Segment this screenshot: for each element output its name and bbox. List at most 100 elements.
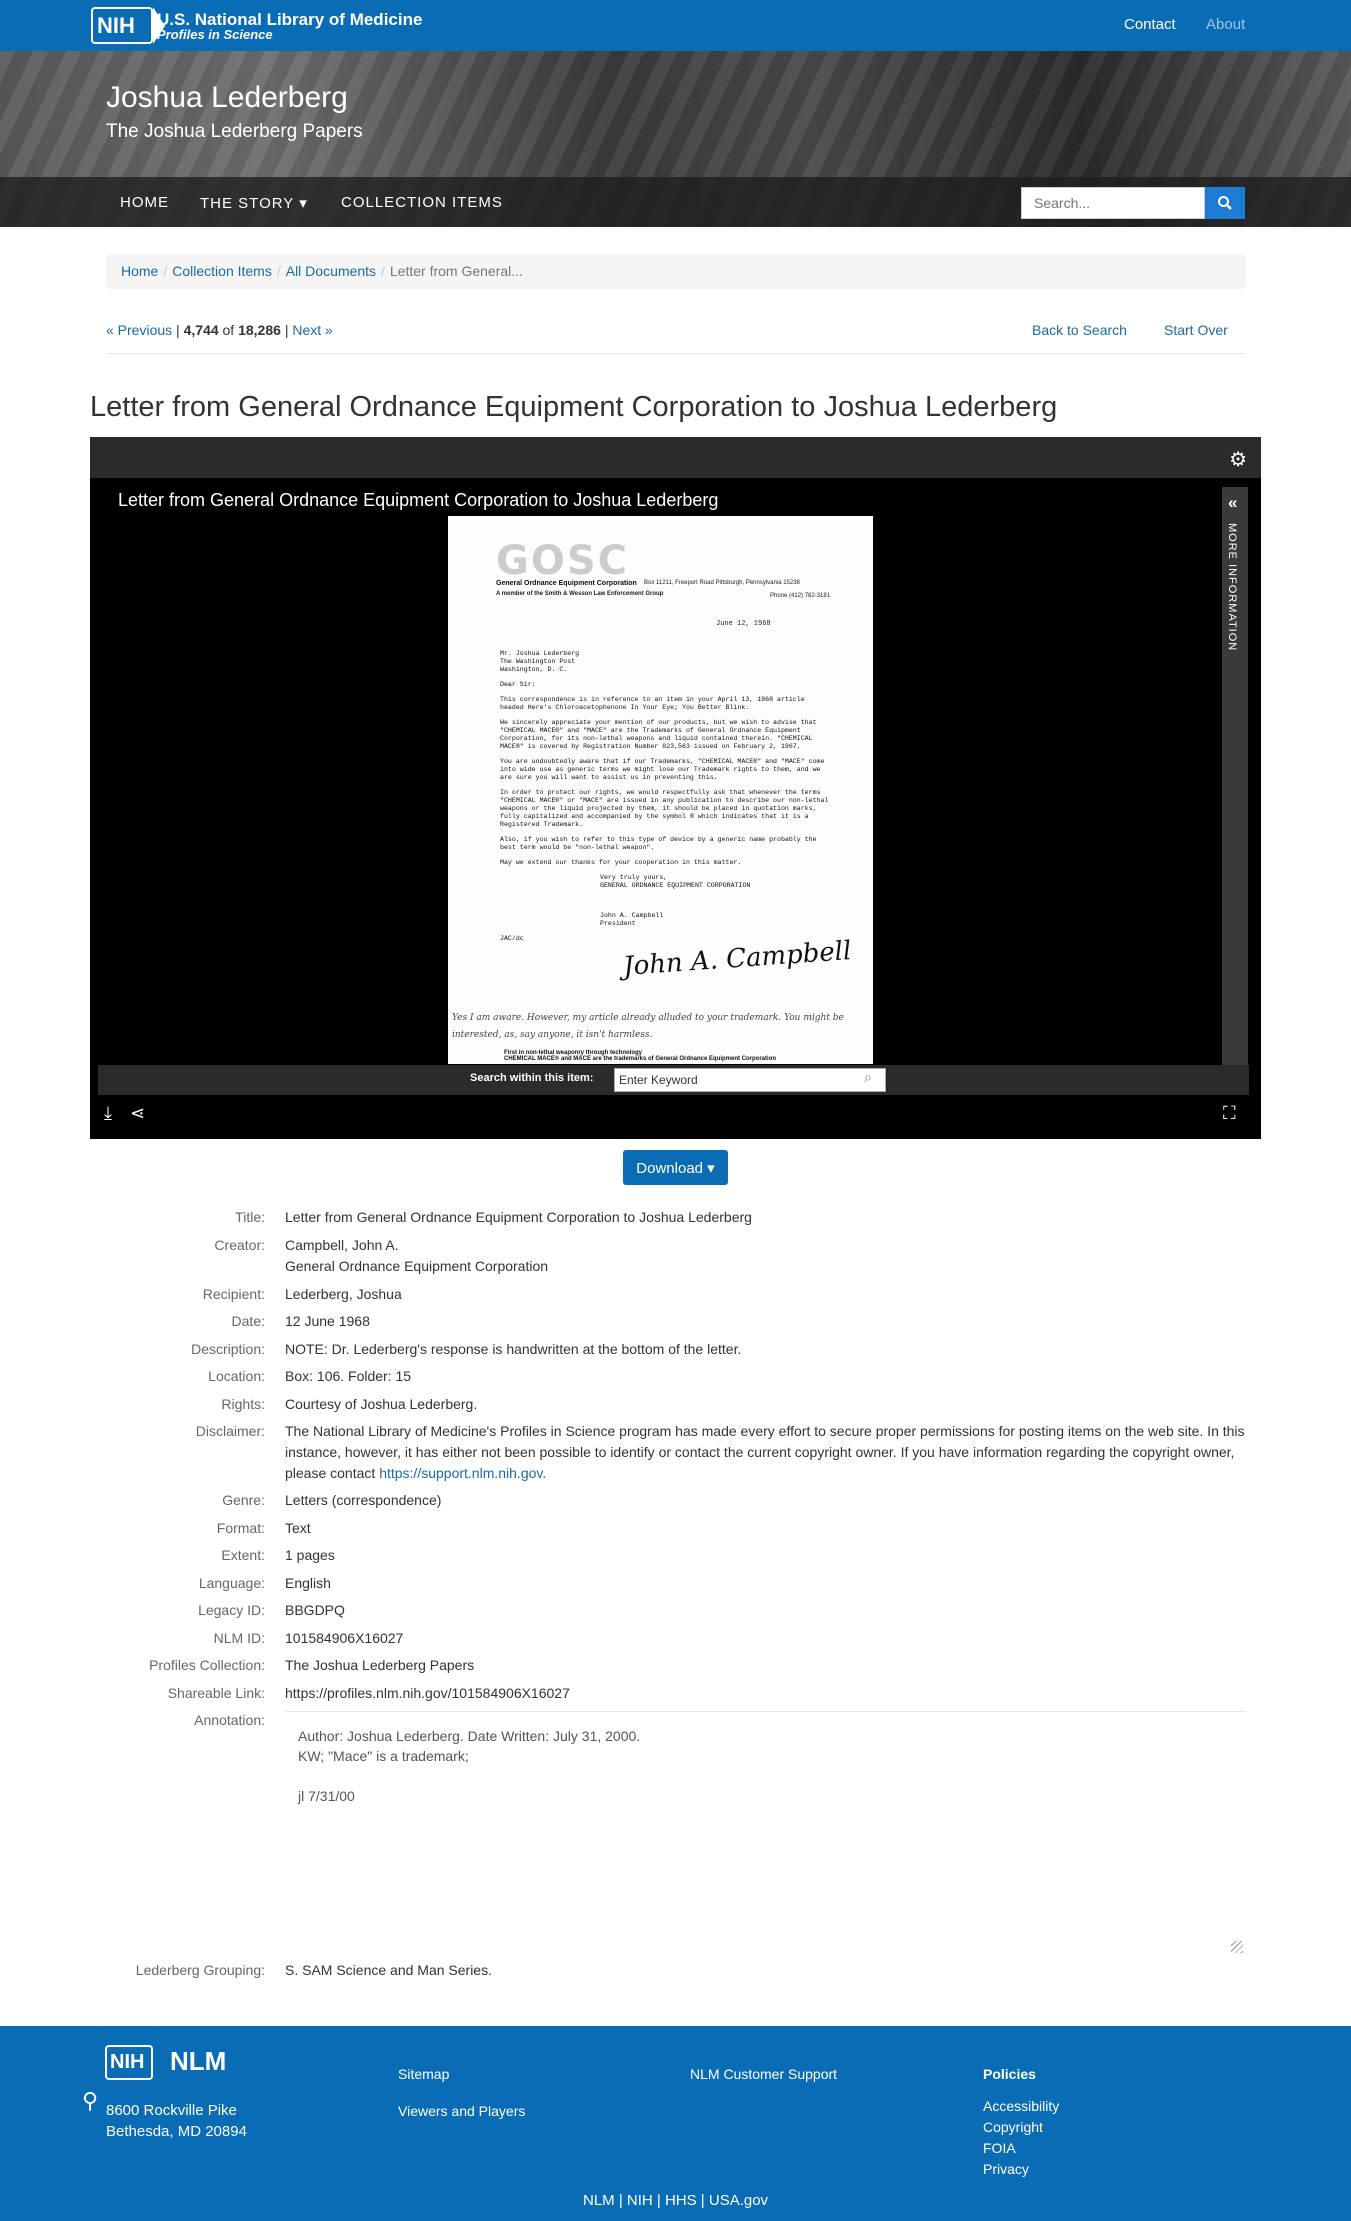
more-information-panel[interactable]: « MORE INFORMATION	[1222, 487, 1248, 1065]
creator-link[interactable]: General Ordnance Equipment Corporation	[285, 1256, 548, 1277]
company-logo: GOSC	[496, 538, 629, 584]
handwritten-note: Yes I am aware. However, my article alre…	[452, 1013, 844, 1040]
chevron-left-icon[interactable]: «	[1228, 493, 1237, 513]
support-link[interactable]: https://support.nlm.nih.gov.	[379, 1465, 546, 1481]
meta-label: Profiles Collection:	[149, 1657, 265, 1673]
letterhead-member: A member of the Smith & Wesson Law Enfor…	[496, 591, 664, 597]
meta-label: Legacy ID:	[198, 1602, 265, 1618]
fullscreen-icon[interactable]: ⛶	[1223, 1103, 1236, 1124]
total-count: 18,286	[238, 322, 281, 338]
document-page-image[interactable]: GOSC General Ordnance Equipment Corporat…	[448, 516, 873, 1064]
top-bar: NIH U.S. National Library of Medicine Pr…	[0, 0, 1351, 51]
nlm-id-link[interactable]: 101584906X16027	[285, 1628, 403, 1649]
meta-recipient: Lederberg, Joshua	[285, 1286, 402, 1302]
meta-format: Text	[285, 1520, 311, 1536]
letterhead-company: General Ordnance Equipment Corporation	[496, 580, 637, 587]
letterhead-phone: Phone (412) 782-3181	[770, 593, 831, 599]
footer-address: 8600 Rockville Pike Bethesda, MD 20894	[106, 2100, 247, 2142]
meta-label: Recipient:	[202, 1286, 265, 1302]
sitemap-link[interactable]: Sitemap	[398, 2066, 449, 2082]
creator-link[interactable]: Campbell, John A.	[285, 1235, 399, 1256]
breadcrumb-home[interactable]: Home	[121, 263, 158, 279]
genre-link[interactable]: Letters (correspondence)	[285, 1490, 441, 1511]
meta-label: Location:	[208, 1368, 265, 1384]
meta-location: Box: 106. Folder: 15	[285, 1368, 412, 1384]
meta-language: English	[285, 1575, 331, 1591]
meta-label: Description:	[191, 1341, 265, 1357]
meta-legacy-id: BBGDPQ	[285, 1602, 345, 1618]
customer-support-link[interactable]: NLM Customer Support	[690, 2066, 837, 2082]
meta-label: Format:	[216, 1520, 265, 1536]
start-over-link[interactable]: Start Over	[1164, 322, 1228, 338]
meta-label: Extent:	[221, 1547, 265, 1563]
site-search-button[interactable]	[1205, 187, 1245, 219]
privacy-link[interactable]: Privacy	[983, 2161, 1029, 2177]
site-footer: NIH NLM ⚲ 8600 Rockville Pike Bethesda, …	[0, 2026, 1351, 2221]
main-nav: HOME THE STORY ▾ COLLECTION ITEMS	[0, 177, 1351, 227]
breadcrumb-separator: /	[163, 263, 168, 279]
site-search-input[interactable]	[1021, 187, 1205, 219]
nav-collection-items[interactable]: COLLECTION ITEMS	[341, 194, 503, 211]
pager-of: of	[222, 322, 235, 338]
letter-footer: First in non-lethal weaponry through tec…	[504, 1050, 777, 1062]
foia-link[interactable]: FOIA	[983, 2140, 1016, 2156]
nlm-subtitle[interactable]: Profiles in Science	[157, 27, 273, 42]
meta-date: 12 June 1968	[285, 1313, 370, 1329]
search-icon[interactable]: ⌕	[864, 1069, 872, 1086]
letter-closing: Very truly yours, GENERAL ORDNANCE EQUIP…	[600, 874, 751, 889]
breadcrumb-collection-items[interactable]: Collection Items	[172, 263, 272, 279]
annotation-line: KW; "Mace" is a trademark;	[298, 1748, 469, 1764]
address-line: Bethesda, MD 20894	[106, 2123, 247, 2140]
hero-banner: Joshua Lederberg The Joshua Lederberg Pa…	[0, 51, 1351, 227]
next-link[interactable]: Next »	[292, 322, 332, 338]
accessibility-link[interactable]: Accessibility	[983, 2098, 1059, 2114]
letter-signer: John A. Campbell President	[600, 912, 664, 927]
footer-nih-logo[interactable]: NIH	[105, 2045, 153, 2080]
viewers-link[interactable]: Viewers and Players	[398, 2103, 525, 2119]
meta-label: Title:	[235, 1209, 265, 1225]
item-search-input[interactable]	[614, 1068, 886, 1092]
letter-paragraph: This correspondence is in reference to a…	[500, 696, 805, 711]
letter-paragraph: In order to protect our rights, we would…	[500, 789, 829, 828]
meta-label: Annotation:	[194, 1712, 265, 1728]
copyright-link[interactable]: Copyright	[983, 2119, 1043, 2135]
footer-bottom-links[interactable]: NLM | NIH | HHS | USA.gov	[583, 2192, 768, 2209]
divider	[106, 353, 1246, 354]
document-viewer: ⚙ Letter from General Ordnance Equipment…	[90, 437, 1261, 1139]
meta-grouping: S. SAM Science and Man Series.	[285, 1962, 492, 1978]
breadcrumb-all-documents[interactable]: All Documents	[286, 263, 376, 279]
search-icon	[1218, 196, 1232, 210]
hero-subtitle[interactable]: The Joshua Lederberg Papers	[106, 121, 363, 143]
hero-title[interactable]: Joshua Lederberg	[106, 81, 348, 115]
breadcrumb-separator: /	[381, 263, 385, 279]
nih-logo[interactable]: NIH	[91, 7, 165, 44]
download-button[interactable]: Download ▾	[623, 1150, 728, 1185]
meta-collection: The Joshua Lederberg Papers	[285, 1657, 475, 1673]
resize-handle-icon[interactable]	[1231, 1941, 1243, 1953]
letter-paragraph: Dear Sir:	[500, 681, 536, 688]
breadcrumb-current: Letter from General...	[389, 263, 523, 279]
map-pin-icon: ⚲	[82, 2088, 99, 2113]
letter-paragraph: Also, if you wish to refer to this type …	[500, 836, 817, 851]
annotation-line: jl 7/31/00	[298, 1788, 355, 1804]
share-icon[interactable]: ⋖	[130, 1103, 145, 1124]
download-icon[interactable]: ⤓	[104, 1103, 112, 1124]
nav-home[interactable]: HOME	[120, 194, 169, 211]
more-information-label[interactable]: MORE INFORMATION	[1226, 523, 1238, 651]
item-search-bar: Search within this item: ⌕	[98, 1065, 1249, 1095]
back-to-search-link[interactable]: Back to Search	[1032, 322, 1127, 338]
annotation-textarea[interactable]: Author: Joshua Lederberg. Date Written: …	[285, 1711, 1246, 1956]
letter-paragraph: May we extend our thanks for your cooper…	[500, 859, 742, 866]
policies-heading: Policies	[983, 2066, 1036, 2082]
meta-extent: 1 pages	[285, 1547, 335, 1563]
contact-link[interactable]: Contact	[1124, 16, 1176, 33]
breadcrumb-separator: /	[276, 263, 281, 279]
previous-link[interactable]: « Previous	[106, 322, 172, 338]
footer-nlm-logo[interactable]: NLM	[170, 2046, 226, 2077]
shareable-link[interactable]: https://profiles.nlm.nih.gov/101584906X1…	[285, 1683, 570, 1704]
meta-label: Lederberg Grouping:	[135, 1962, 265, 1978]
result-pager: « Previous | 4,744 of 18,286 | Next »	[106, 322, 333, 338]
gear-icon[interactable]: ⚙	[1229, 447, 1247, 472]
nav-the-story[interactable]: THE STORY ▾	[200, 194, 308, 212]
about-link[interactable]: About	[1206, 16, 1245, 33]
